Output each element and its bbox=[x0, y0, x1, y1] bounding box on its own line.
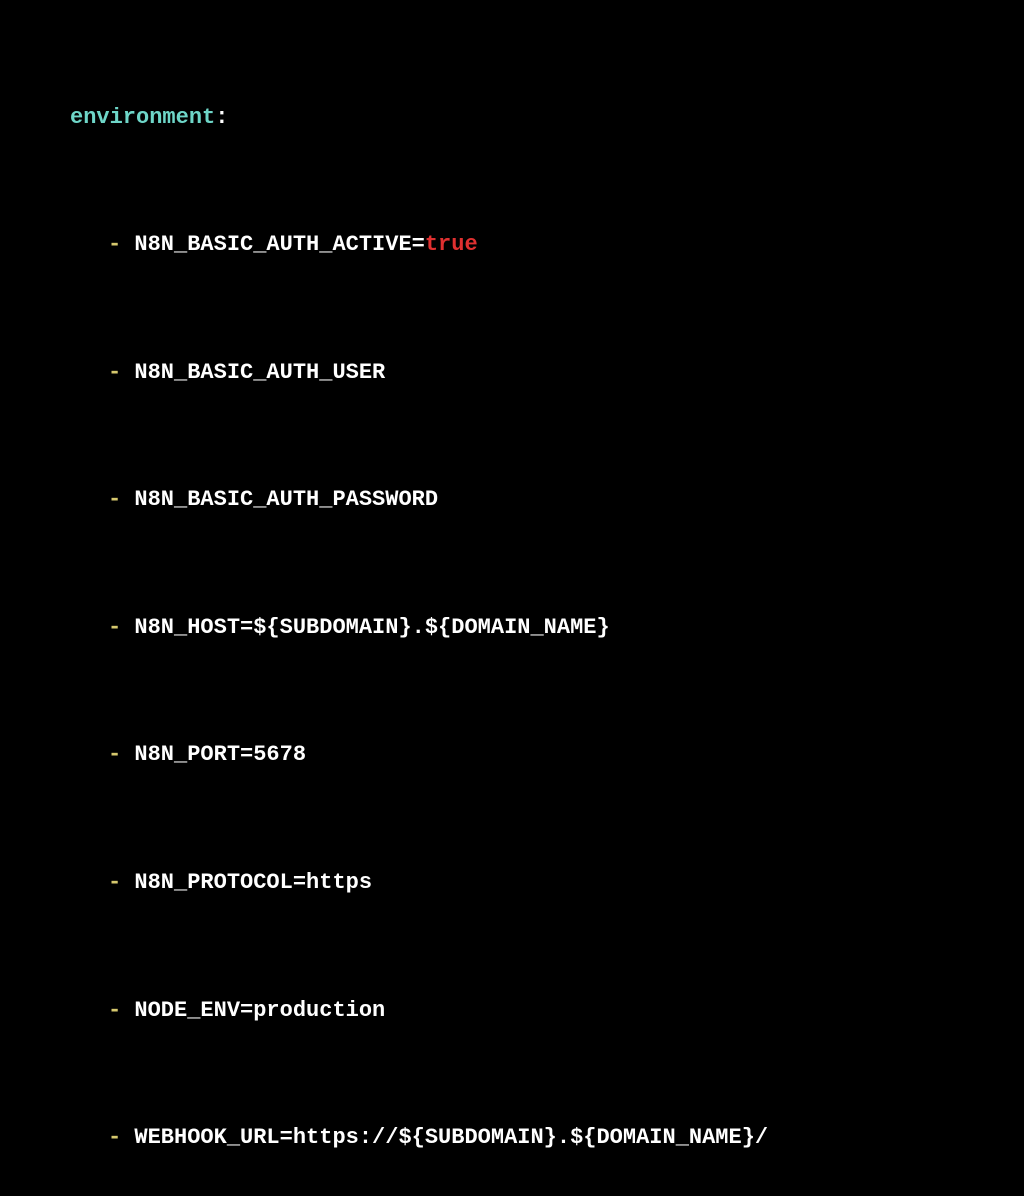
yaml-dash: - bbox=[108, 998, 121, 1023]
env-var: N8N_BASIC_AUTH_USER bbox=[134, 360, 385, 385]
yaml-list-item: - WEBHOOK_URL=https://${SUBDOMAIN}.${DOM… bbox=[0, 1122, 1024, 1154]
yaml-colon: : bbox=[215, 105, 228, 130]
yaml-list-item: - NODE_ENV=production bbox=[0, 995, 1024, 1027]
yaml-dash: - bbox=[108, 870, 121, 895]
yaml-dash: - bbox=[108, 487, 121, 512]
env-var: N8N_PROTOCOL=https bbox=[134, 870, 372, 895]
yaml-list-item: - N8N_BASIC_AUTH_PASSWORD bbox=[0, 484, 1024, 516]
yaml-list-item: - N8N_PORT=5678 bbox=[0, 739, 1024, 771]
env-var: N8N_BASIC_AUTH_ACTIVE= bbox=[134, 232, 424, 257]
yaml-key-environment: environment: bbox=[0, 102, 1024, 134]
env-var: N8N_BASIC_AUTH_PASSWORD bbox=[134, 487, 438, 512]
yaml-list-item: - N8N_BASIC_AUTH_ACTIVE=true bbox=[0, 229, 1024, 261]
yaml-bool: true bbox=[425, 232, 478, 257]
yaml-dash: - bbox=[108, 360, 121, 385]
yaml-dash: - bbox=[108, 1125, 121, 1150]
yaml-dash: - bbox=[108, 742, 121, 767]
yaml-dash: - bbox=[108, 615, 121, 640]
yaml-dash: - bbox=[108, 232, 121, 257]
yaml-list-item: - N8N_PROTOCOL=https bbox=[0, 867, 1024, 899]
yaml-list-item: - N8N_BASIC_AUTH_USER bbox=[0, 357, 1024, 389]
env-var: N8N_HOST=${SUBDOMAIN}.${DOMAIN_NAME} bbox=[134, 615, 609, 640]
env-var: NODE_ENV=production bbox=[134, 998, 385, 1023]
env-var: N8N_PORT=5678 bbox=[134, 742, 306, 767]
yaml-key: environment bbox=[70, 105, 215, 130]
text-editor-viewport[interactable]: environment: - N8N_BASIC_AUTH_ACTIVE=tru… bbox=[0, 6, 1024, 1196]
yaml-list-item: - N8N_HOST=${SUBDOMAIN}.${DOMAIN_NAME} bbox=[0, 612, 1024, 644]
env-var: WEBHOOK_URL=https://${SUBDOMAIN}.${DOMAI… bbox=[134, 1125, 768, 1150]
